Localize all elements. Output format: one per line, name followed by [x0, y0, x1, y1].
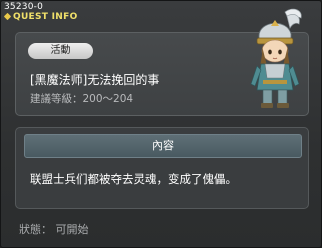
- quest-description: 联盟士兵们都被夺去灵魂，变成了傀儡。: [30, 172, 237, 186]
- quest-name: [黑魔法师]无法挽回的事: [30, 73, 160, 87]
- quest-category-tag: 活動: [28, 43, 93, 59]
- quest-info-window: 35230-0 QUEST INFO 活動 [黑魔法师]无法挽回的事 建議等級：…: [0, 0, 322, 248]
- quest-content-panel: 內容 联盟士兵们都被夺去灵魂，变成了傀儡。: [15, 127, 309, 209]
- quest-id: 35230-0: [4, 2, 44, 12]
- npc-character-portrait: [250, 8, 302, 108]
- content-header: 內容: [24, 134, 302, 158]
- level-requirement: 建議等級：200～204: [30, 93, 134, 105]
- window-title: QUEST INFO: [13, 12, 78, 22]
- title-bullet-icon: [3, 12, 12, 21]
- quest-status: 狀態： 可開始: [19, 223, 89, 236]
